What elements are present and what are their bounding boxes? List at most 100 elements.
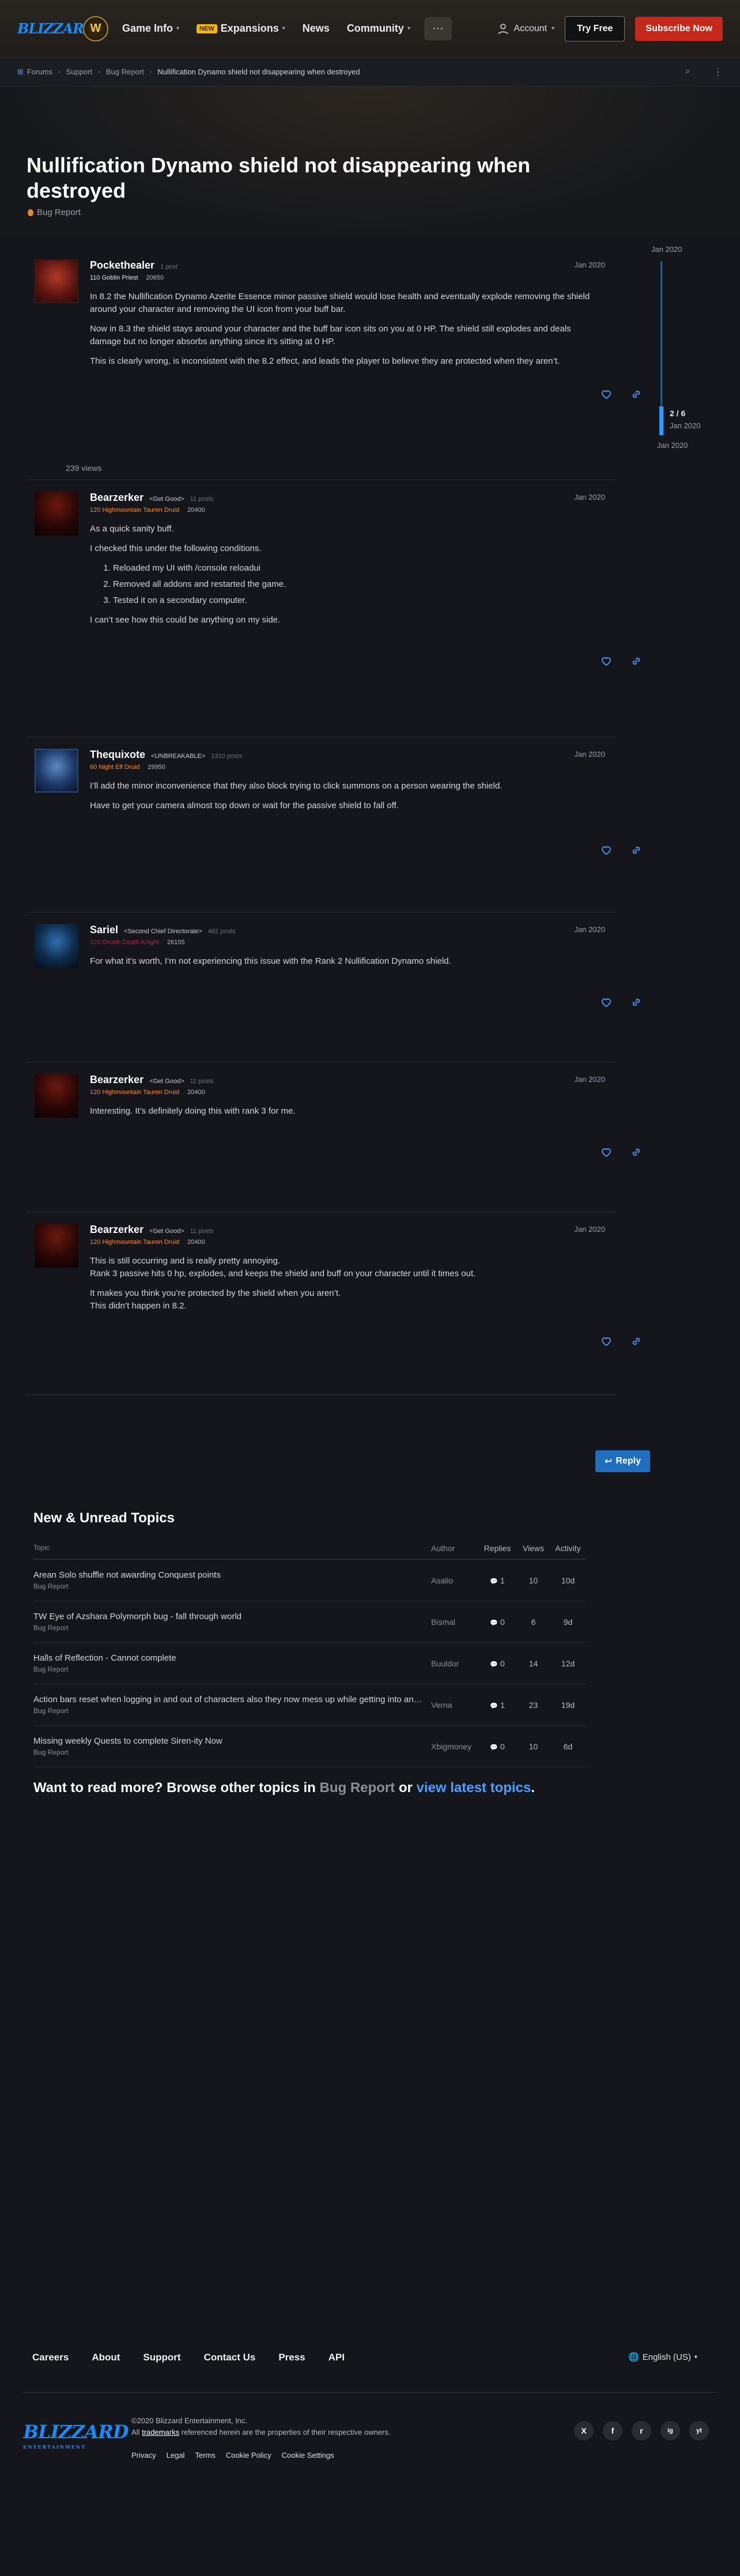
- topic-link[interactable]: Missing weekly Quests to complete Siren-…: [33, 1736, 425, 1746]
- trademarks-link[interactable]: trademarks: [142, 2428, 179, 2437]
- topic-category[interactable]: Bug Report: [28, 208, 81, 217]
- nav-expansions[interactable]: NEW Expansions ▾: [197, 22, 285, 35]
- topic-author[interactable]: Xbigmoney: [431, 1742, 477, 1751]
- author-name[interactable]: Sariel: [90, 924, 118, 936]
- cookie-settings-link[interactable]: Cookie Settings: [282, 2451, 334, 2460]
- like-heart-icon[interactable]: [601, 844, 613, 857]
- cookie-policy-link[interactable]: Cookie Policy: [226, 2451, 271, 2460]
- author-name[interactable]: Pockethealer: [90, 259, 154, 271]
- topic-author[interactable]: Buuldor: [431, 1659, 477, 1668]
- like-heart-icon[interactable]: [601, 389, 613, 401]
- col-views[interactable]: Views: [518, 1544, 549, 1553]
- achievement-score: 20650: [146, 274, 164, 281]
- top-nav: BLIZZARD▾ W Game Info▾ NEWExpansions▾ Ne…: [0, 0, 740, 58]
- topic-activity[interactable]: 12d: [549, 1659, 587, 1668]
- like-heart-icon[interactable]: [601, 997, 613, 1009]
- topic-views: 10: [528, 1575, 538, 1585]
- avatar[interactable]: [35, 1224, 78, 1268]
- footer-link-support[interactable]: Support: [143, 2352, 180, 2363]
- topic-category[interactable]: Bug Report: [33, 1624, 431, 1632]
- try-free-button[interactable]: Try Free: [565, 16, 625, 42]
- col-activity[interactable]: Activity: [549, 1544, 587, 1553]
- author-name[interactable]: Bearzerker: [90, 1224, 144, 1236]
- link-icon[interactable]: [630, 1146, 643, 1159]
- breadcrumb-forums[interactable]: ⊞ Forums: [17, 67, 52, 77]
- topic-author[interactable]: Verna: [431, 1700, 477, 1710]
- avatar[interactable]: [35, 1074, 78, 1118]
- avatar[interactable]: [35, 492, 78, 535]
- avatar[interactable]: [35, 259, 78, 303]
- account-menu[interactable]: Account ▾: [497, 23, 554, 35]
- topic-category[interactable]: Bug Report: [33, 1582, 431, 1590]
- blizzard-logo[interactable]: BLIZZARD▾: [17, 13, 101, 45]
- like-heart-icon[interactable]: [601, 1336, 613, 1348]
- footer-link-careers[interactable]: Careers: [32, 2352, 69, 2363]
- topic-timeline[interactable]: Jan 2020 2 / 6 Jan 2020 Jan 2020: [651, 245, 726, 452]
- breadcrumb-support[interactable]: Support: [66, 67, 93, 76]
- like-heart-icon[interactable]: [601, 1146, 613, 1159]
- topic-activity[interactable]: 6d: [549, 1742, 587, 1751]
- legal-link[interactable]: Legal: [167, 2451, 185, 2460]
- reddit-icon[interactable]: r: [632, 2421, 651, 2441]
- post-date[interactable]: Jan 2020: [575, 1075, 606, 1084]
- menu-icon[interactable]: ⋮: [713, 66, 723, 78]
- language-selector[interactable]: 🌐 English (US) ▾: [628, 2352, 697, 2363]
- wow-game-icon[interactable]: W: [83, 16, 108, 42]
- latest-topics-link[interactable]: view latest topics: [417, 1780, 531, 1796]
- browse-or: or: [398, 1780, 413, 1796]
- author-name[interactable]: Bearzerker: [90, 1074, 144, 1086]
- link-icon[interactable]: [630, 655, 643, 668]
- author-name[interactable]: Thequixote: [90, 749, 145, 761]
- author-name[interactable]: Bearzerker: [90, 492, 144, 504]
- footer-link-api[interactable]: API: [329, 2352, 345, 2363]
- post-date[interactable]: Jan 2020: [575, 750, 606, 759]
- avatar[interactable]: [35, 924, 78, 968]
- topic-author[interactable]: Asalio: [431, 1576, 477, 1585]
- topic-link[interactable]: Action bars reset when logging in and ou…: [33, 1695, 425, 1704]
- link-icon[interactable]: [630, 389, 643, 401]
- footer-link-contact[interactable]: Contact Us: [204, 2352, 256, 2363]
- facebook-icon[interactable]: f: [603, 2421, 622, 2441]
- post-date[interactable]: Jan 2020: [575, 925, 606, 934]
- avatar[interactable]: [35, 749, 78, 793]
- post-date[interactable]: Jan 2020: [575, 261, 606, 269]
- search-icon[interactable]: ⌕: [685, 66, 690, 78]
- x-twitter-icon[interactable]: X: [574, 2421, 594, 2441]
- topic-activity[interactable]: 19d: [549, 1700, 587, 1710]
- more-button[interactable]: ···: [424, 17, 452, 40]
- post-date[interactable]: Jan 2020: [575, 1225, 606, 1234]
- topic-link[interactable]: Arean Solo shuffle not awarding Conquest…: [33, 1570, 425, 1580]
- topic-link[interactable]: Halls of Reflection - Cannot complete: [33, 1653, 425, 1663]
- topic-activity[interactable]: 10d: [549, 1576, 587, 1585]
- nav-news[interactable]: News: [303, 22, 330, 35]
- youtube-icon[interactable]: yt: [689, 2421, 709, 2441]
- topic-category[interactable]: Bug Report: [33, 1748, 431, 1756]
- timeline-start-date[interactable]: Jan 2020: [651, 245, 726, 254]
- nav-game-info[interactable]: Game Info ▾: [122, 22, 179, 35]
- timeline-handle[interactable]: [659, 406, 663, 435]
- footer-blizzard-logo[interactable]: BLIZZARD ENTERTAINMENT: [23, 2412, 129, 2458]
- subscribe-button[interactable]: Subscribe Now: [635, 16, 723, 41]
- col-replies[interactable]: Replies: [477, 1544, 518, 1553]
- breadcrumb-bug-report[interactable]: Bug Report: [106, 67, 144, 76]
- topic-category[interactable]: Bug Report: [33, 1665, 431, 1673]
- topic-category[interactable]: Bug Report: [33, 1707, 431, 1715]
- reply-button[interactable]: ↩ Reply: [595, 1450, 650, 1472]
- link-icon[interactable]: [630, 844, 643, 857]
- link-icon[interactable]: [630, 997, 643, 1009]
- timeline-end-date[interactable]: Jan 2020: [657, 441, 688, 450]
- footer-link-about[interactable]: About: [92, 2352, 120, 2363]
- instagram-icon[interactable]: ig: [660, 2421, 680, 2441]
- col-topic[interactable]: Topic: [33, 1544, 431, 1553]
- nav-community[interactable]: Community ▾: [347, 22, 410, 35]
- topic-activity[interactable]: 9d: [549, 1617, 587, 1627]
- post-date[interactable]: Jan 2020: [575, 493, 606, 501]
- privacy-link[interactable]: Privacy: [131, 2451, 156, 2460]
- footer-link-press[interactable]: Press: [278, 2352, 305, 2363]
- topic-author[interactable]: Bismal: [431, 1617, 477, 1627]
- browse-category-link[interactable]: Bug Report: [320, 1780, 395, 1796]
- terms-link[interactable]: Terms: [195, 2451, 215, 2460]
- like-heart-icon[interactable]: [601, 655, 613, 668]
- topic-link[interactable]: TW Eye of Azshara Polymorph bug - fall t…: [33, 1612, 425, 1621]
- link-icon[interactable]: [630, 1336, 643, 1348]
